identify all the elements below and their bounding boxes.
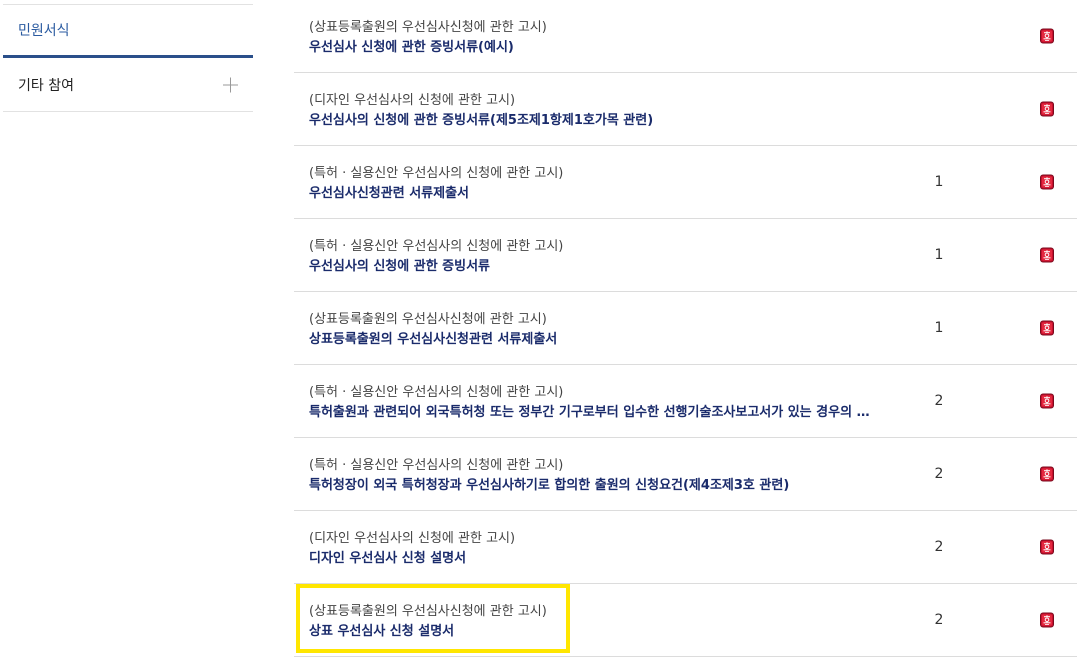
row-count: 1 bbox=[934, 174, 944, 190]
row-count: 2 bbox=[934, 612, 944, 628]
row-text: (상표등록출원의 우선심사신청에 관한 고시) 상표등록출원의 우선심사신청관련… bbox=[309, 312, 889, 349]
hwp-file-icon[interactable] bbox=[1040, 539, 1054, 555]
row-text: (특허 · 실용신안 우선심사의 신청에 관한 고시) 우선심사의 신청에 관한… bbox=[309, 239, 889, 276]
row-text: (특허 · 실용신안 우선심사의 신청에 관한 고시) 특허출원과 관련되어 외… bbox=[309, 385, 889, 422]
hwp-file-icon[interactable] bbox=[1040, 466, 1054, 482]
row-text: (상표등록출원의 우선심사신청에 관한 고시) 상표 우선심사 신청 설명서 bbox=[309, 604, 889, 641]
hwp-file-icon[interactable] bbox=[1040, 247, 1054, 263]
row-category: (디자인 우선심사의 신청에 관한 고시) bbox=[309, 93, 516, 108]
row-title-link[interactable]: 우선심사 신청에 관한 증빙서류(예시) bbox=[309, 39, 889, 57]
row-text: (디자인 우선심사의 신청에 관한 고시) 디자인 우선심사 신청 설명서 bbox=[309, 531, 889, 568]
hwp-file-icon[interactable] bbox=[1040, 174, 1054, 190]
table-row: (디자인 우선심사의 신청에 관한 고시) 우선심사의 신청에 관한 증빙서류(… bbox=[294, 73, 1077, 146]
table-row: (상표등록출원의 우선심사신청에 관한 고시) 상표 우선심사 신청 설명서 2 bbox=[294, 584, 1077, 657]
hwp-file-icon[interactable] bbox=[1040, 393, 1054, 409]
table-row: (특허 · 실용신안 우선심사의 신청에 관한 고시) 특허청장이 외국 특허청… bbox=[294, 438, 1077, 511]
row-text: (디자인 우선심사의 신청에 관한 고시) 우선심사의 신청에 관한 증빙서류(… bbox=[309, 93, 889, 130]
row-title-link[interactable]: 디자인 우선심사 신청 설명서 bbox=[309, 550, 889, 568]
hwp-file-icon[interactable] bbox=[1040, 612, 1054, 628]
row-count: 1 bbox=[934, 247, 944, 263]
sidebar: 민원서식 기타 참여 bbox=[3, 0, 253, 112]
row-category: (특허 · 실용신안 우선심사의 신청에 관한 고시) bbox=[309, 166, 564, 181]
table-row: (디자인 우선심사의 신청에 관한 고시) 디자인 우선심사 신청 설명서 2 bbox=[294, 511, 1077, 584]
row-category: (특허 · 실용신안 우선심사의 신청에 관한 고시) bbox=[309, 458, 564, 473]
row-title-link[interactable]: 특허청장이 외국 특허청장과 우선심사하기로 합의한 출원의 신청요건(제4조제… bbox=[309, 477, 889, 495]
row-title-link[interactable]: 우선심사신청관련 서류제출서 bbox=[309, 185, 889, 203]
sidebar-item-other-participation[interactable]: 기타 참여 bbox=[3, 58, 253, 112]
row-text: (특허 · 실용신안 우선심사의 신청에 관한 고시) 우선심사신청관련 서류제… bbox=[309, 166, 889, 203]
sidebar-item-label: 민원서식 bbox=[18, 23, 70, 39]
row-category: (상표등록출원의 우선심사신청에 관한 고시) bbox=[309, 312, 547, 327]
table-row: (상표등록출원의 우선심사신청에 관한 고시) 상표등록출원의 우선심사신청관련… bbox=[294, 292, 1077, 365]
row-title-link[interactable]: 우선심사의 신청에 관한 증빙서류 bbox=[309, 258, 889, 276]
hwp-file-icon[interactable] bbox=[1040, 320, 1054, 336]
row-title-link[interactable]: 우선심사의 신청에 관한 증빙서류(제5조제1항제1호가목 관련) bbox=[309, 112, 889, 130]
row-count: 1 bbox=[934, 320, 944, 336]
table-row: (상표등록출원의 우선심사신청에 관한 고시) 우선심사 신청에 관한 증빙서류… bbox=[294, 0, 1077, 73]
sidebar-item-forms[interactable]: 민원서식 bbox=[3, 4, 253, 58]
hwp-file-icon[interactable] bbox=[1040, 28, 1054, 44]
table-row: (특허 · 실용신안 우선심사의 신청에 관한 고시) 우선심사신청관련 서류제… bbox=[294, 146, 1077, 219]
row-category: (특허 · 실용신안 우선심사의 신청에 관한 고시) bbox=[309, 385, 564, 400]
hwp-file-icon[interactable] bbox=[1040, 101, 1054, 117]
row-count: 2 bbox=[934, 393, 944, 409]
row-title-link[interactable]: 상표등록출원의 우선심사신청관련 서류제출서 bbox=[309, 331, 889, 349]
table-row: (특허 · 실용신안 우선심사의 신청에 관한 고시) 특허출원과 관련되어 외… bbox=[294, 365, 1077, 438]
plus-icon[interactable] bbox=[223, 77, 238, 92]
table-row: (특허 · 실용신안 우선심사의 신청에 관한 고시) 우선심사의 신청에 관한… bbox=[294, 219, 1077, 292]
row-title-link[interactable]: 특허출원과 관련되어 외국특허청 또는 정부간 기구로부터 입수한 선행기술조사… bbox=[309, 404, 889, 422]
row-title-link[interactable]: 상표 우선심사 신청 설명서 bbox=[309, 623, 889, 641]
row-category: (특허 · 실용신안 우선심사의 신청에 관한 고시) bbox=[309, 239, 564, 254]
sidebar-item-label: 기타 참여 bbox=[18, 77, 74, 94]
row-text: (상표등록출원의 우선심사신청에 관한 고시) 우선심사 신청에 관한 증빙서류… bbox=[309, 20, 889, 57]
row-text: (특허 · 실용신안 우선심사의 신청에 관한 고시) 특허청장이 외국 특허청… bbox=[309, 458, 889, 495]
row-category: (상표등록출원의 우선심사신청에 관한 고시) bbox=[309, 20, 547, 35]
row-category: (상표등록출원의 우선심사신청에 관한 고시) bbox=[309, 604, 547, 619]
forms-table: (상표등록출원의 우선심사신청에 관한 고시) 우선심사 신청에 관한 증빙서류… bbox=[294, 0, 1077, 657]
row-category: (디자인 우선심사의 신청에 관한 고시) bbox=[309, 531, 516, 546]
row-count: 2 bbox=[934, 539, 944, 555]
row-count: 2 bbox=[934, 466, 944, 482]
